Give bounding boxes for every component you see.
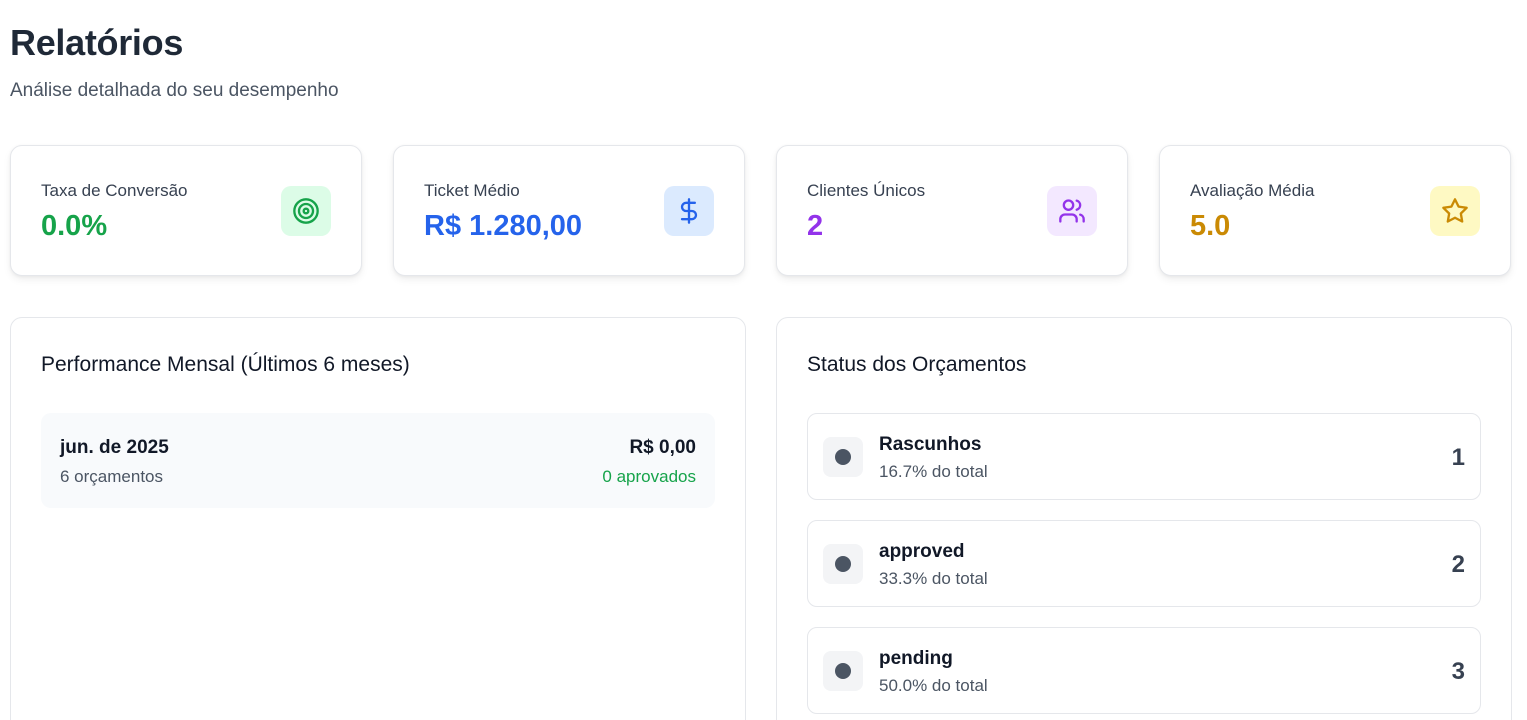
status-percentage: 33.3% do total	[879, 569, 988, 588]
kpi-label: Clientes Únicos	[807, 181, 926, 200]
status-name: approved	[879, 541, 965, 562]
dollar-icon	[664, 186, 714, 236]
status-dot-icon	[823, 651, 863, 691]
kpi-card-conversion: Taxa de Conversão 0.0%	[10, 145, 362, 276]
star-icon	[1430, 186, 1480, 236]
reports-page: Relatórios Análise detalhada do seu dese…	[0, 0, 1527, 720]
status-item-approved: approved 33.3% do total 2	[807, 520, 1481, 607]
status-dot-icon	[823, 544, 863, 584]
kpi-label: Ticket Médio	[424, 181, 520, 200]
status-count: 2	[1451, 551, 1465, 578]
panel-title: Status dos Orçamentos	[807, 353, 1027, 376]
kpi-label: Taxa de Conversão	[41, 181, 188, 200]
kpi-value: 5.0	[1190, 210, 1231, 242]
page-title: Relatórios	[10, 22, 184, 63]
kpi-value: R$ 1.280,00	[424, 210, 583, 242]
kpi-card-rating: Avaliação Média 5.0	[1159, 145, 1511, 276]
month-approved-count: 0 aprovados	[602, 467, 696, 486]
kpi-card-clients: Clientes Únicos 2	[776, 145, 1128, 276]
month-row: jun. de 2025 6 orçamentos R$ 0,00 0 apro…	[41, 413, 715, 508]
status-count: 3	[1451, 658, 1465, 685]
month-value: R$ 0,00	[629, 437, 696, 458]
status-percentage: 16.7% do total	[879, 462, 988, 481]
monthly-performance-panel: Performance Mensal (Últimos 6 meses) jun…	[10, 317, 746, 720]
status-percentage: 50.0% do total	[879, 676, 988, 695]
status-name: pending	[879, 648, 953, 669]
kpi-value: 2	[807, 210, 824, 242]
status-count: 1	[1451, 444, 1465, 471]
kpi-label: Avaliação Média	[1190, 181, 1315, 200]
kpi-card-ticket: Ticket Médio R$ 1.280,00	[393, 145, 745, 276]
quote-status-panel: Status dos Orçamentos Rascunhos 16.7% do…	[776, 317, 1512, 720]
target-icon	[281, 186, 331, 236]
users-icon	[1047, 186, 1097, 236]
status-name: Rascunhos	[879, 434, 982, 455]
page-subtitle: Análise detalhada do seu desempenho	[10, 80, 339, 101]
status-item-drafts: Rascunhos 16.7% do total 1	[807, 413, 1481, 500]
status-item-pending: pending 50.0% do total 3	[807, 627, 1481, 714]
panel-title: Performance Mensal (Últimos 6 meses)	[41, 353, 410, 376]
kpi-value: 0.0%	[41, 210, 108, 242]
status-dot-icon	[823, 437, 863, 477]
month-name: jun. de 2025	[60, 437, 169, 458]
month-quote-count: 6 orçamentos	[60, 467, 163, 486]
